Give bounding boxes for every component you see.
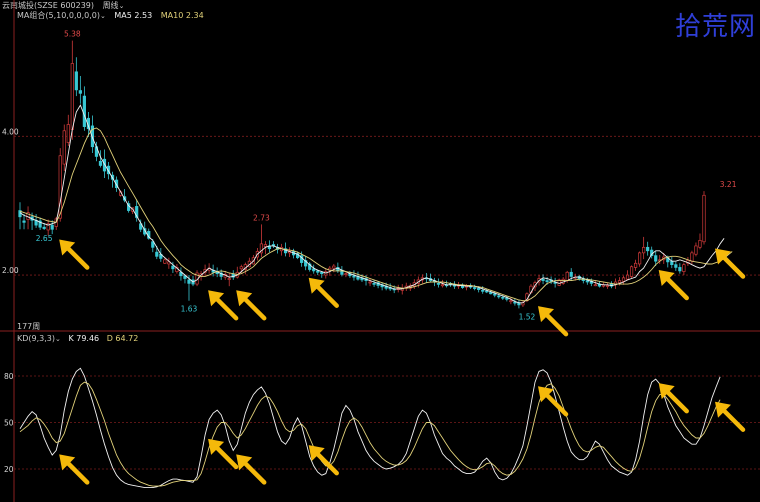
kd-tick-label: 20 <box>4 465 14 474</box>
candle-body <box>436 283 441 285</box>
candle-body <box>485 290 489 293</box>
price-arrow-icon <box>236 290 267 321</box>
candle-body <box>473 287 477 289</box>
candle-body <box>312 268 316 272</box>
candle-body <box>625 274 630 280</box>
d-line <box>19 381 721 487</box>
kd-arrow-icon <box>538 386 569 417</box>
candle-body <box>50 224 54 230</box>
price-arrow-icon <box>208 290 239 321</box>
candle-body <box>227 278 231 280</box>
low-price-label: 1.52 <box>519 312 536 321</box>
price-arrow-icon <box>59 239 90 270</box>
kd-arrow-icon <box>715 401 746 432</box>
candle-body <box>638 252 642 265</box>
candle-body <box>541 278 545 281</box>
candle-body <box>690 252 694 262</box>
candle-body <box>565 271 569 281</box>
price-arrow-icon <box>538 306 569 337</box>
candle-body <box>497 295 501 298</box>
candle-body <box>70 63 74 130</box>
candle-body <box>78 90 82 94</box>
candle-body <box>493 293 497 296</box>
candle-body <box>352 275 356 278</box>
candle-body <box>621 277 626 282</box>
candle-body <box>155 251 159 257</box>
candle-body <box>163 259 167 264</box>
candle-body <box>678 267 682 272</box>
candle-body <box>513 301 517 304</box>
candle-body <box>509 300 513 303</box>
candle-body <box>605 285 610 287</box>
kd-tick-label: 80 <box>4 372 14 381</box>
candle-body <box>617 280 622 284</box>
price-arrow-icon <box>658 270 689 301</box>
candle-body <box>239 266 243 270</box>
candle-body <box>569 271 573 277</box>
price-arrow-icon <box>308 277 339 308</box>
kd-arrow-icon <box>208 438 239 470</box>
candle-body <box>593 284 597 287</box>
candle-body <box>654 255 658 262</box>
candle-body <box>368 281 372 284</box>
high-price-label: 5.38 <box>64 30 81 39</box>
candle-body <box>698 240 702 248</box>
candle-body <box>489 292 493 295</box>
low-price-label: 1.63 <box>181 305 198 314</box>
kd-tick-label: 50 <box>4 419 14 428</box>
candle-body <box>82 95 86 127</box>
candle-body <box>66 124 70 143</box>
candle-body <box>316 270 320 273</box>
candle-body <box>263 244 268 247</box>
price-and-kd-plot: 2.00 4.00 20 50 80 2.65 5.38 1.63 2.73 1.52 3.21 <box>0 0 760 502</box>
candle-body <box>440 284 445 287</box>
candle-body <box>629 266 634 277</box>
candle-body <box>585 280 589 283</box>
candle-body <box>58 155 62 219</box>
candle-body <box>702 194 706 243</box>
candle-body <box>682 264 686 272</box>
price-arrow-icon <box>715 248 746 279</box>
price-tick-label: 4.00 <box>2 127 19 136</box>
candle-body <box>674 264 678 268</box>
high-price-label: 2.73 <box>253 213 270 222</box>
low-price-label: 2.65 <box>36 234 53 243</box>
candle-body <box>501 296 505 299</box>
candle-body <box>481 289 485 292</box>
candle-body <box>22 220 26 223</box>
candle-body <box>171 265 175 270</box>
candle-body <box>74 71 78 91</box>
candle-body <box>477 287 481 290</box>
price-tick-label: 2.00 <box>2 266 19 275</box>
candle-body <box>62 130 66 165</box>
candle-body <box>694 245 698 255</box>
candle-body <box>642 246 646 254</box>
candle-body <box>670 260 674 266</box>
kd-arrow-icon <box>59 454 90 485</box>
high-price-label: 3.21 <box>720 180 737 189</box>
candle-body <box>332 265 336 269</box>
candle-body <box>545 280 549 282</box>
candle-body <box>372 283 376 285</box>
candle-body <box>187 279 191 284</box>
ma5-line <box>19 104 725 304</box>
candle-body <box>320 271 324 275</box>
candle-body <box>634 262 638 268</box>
candle-body <box>344 273 348 276</box>
kline-chart-window: 云南城投(SZSE 600239) 周线⌄ MA组合(5,10,0,0,0,0)… <box>0 0 760 502</box>
kd-arrow-icon <box>236 454 267 485</box>
candle-body <box>98 160 103 166</box>
candle-body <box>646 246 650 252</box>
candle-body <box>42 226 46 229</box>
